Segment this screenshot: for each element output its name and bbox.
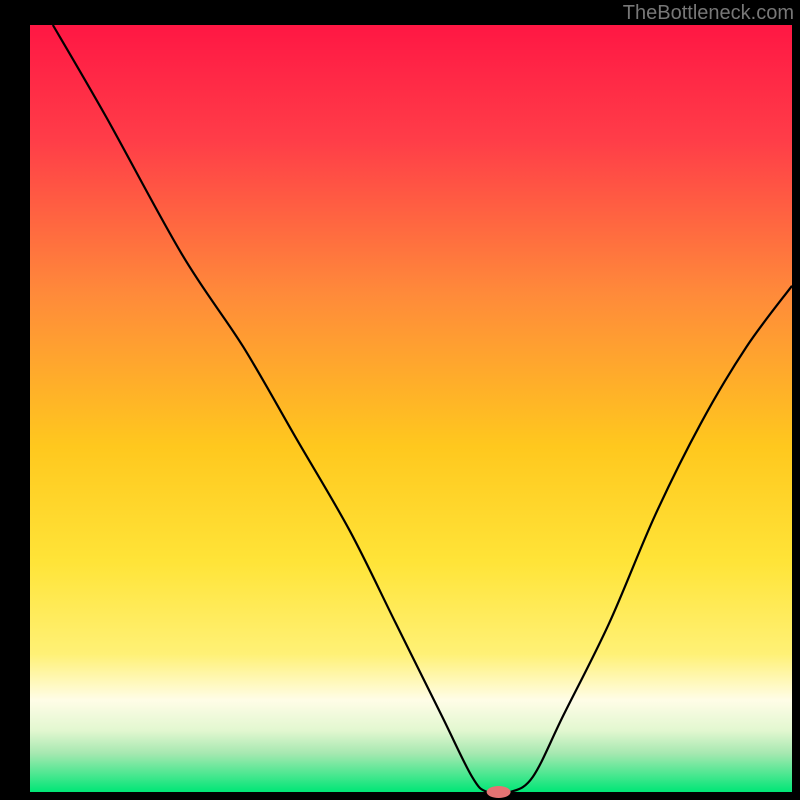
plot-area [30,25,792,792]
chart-container: TheBottleneck.com [0,0,800,800]
optimal-marker [487,786,511,798]
bottleneck-chart [0,0,800,800]
attribution-text: TheBottleneck.com [623,2,794,25]
